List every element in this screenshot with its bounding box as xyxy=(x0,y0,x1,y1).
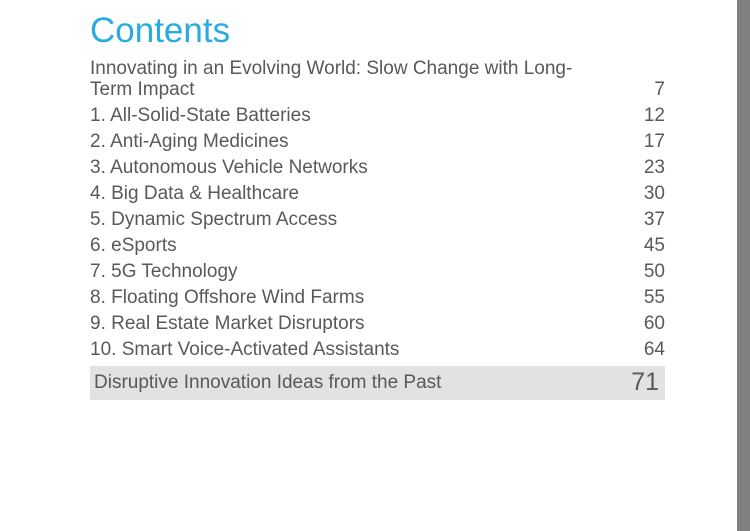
toc-entry[interactable]: 6. eSports 45 xyxy=(90,233,665,259)
toc-entry-label: 4. Big Data & Healthcare xyxy=(90,183,300,204)
toc-entry[interactable]: 3. Autonomous Vehicle Networks 23 xyxy=(90,155,665,181)
toc-entry[interactable]: 4. Big Data & Healthcare 30 xyxy=(90,181,665,207)
toc-entry-page-number: 12 xyxy=(643,105,665,126)
toc-entry-page-number: 64 xyxy=(643,339,665,360)
toc-entry-label: 9. Real Estate Market Disruptors xyxy=(90,313,365,334)
toc-entry[interactable]: 2. Anti-Aging Medicines 17 xyxy=(90,129,665,155)
toc-entry[interactable]: 7. 5G Technology 50 xyxy=(90,259,665,285)
toc-entry[interactable]: Innovating in an Evolving World: Slow Ch… xyxy=(90,56,665,103)
toc-entry-page-number: 7 xyxy=(654,79,665,100)
toc-entry[interactable]: 9. Real Estate Market Disruptors 60 xyxy=(90,311,665,337)
toc-entry[interactable]: 10. Smart Voice-Activated Assistants 64 xyxy=(90,337,665,363)
toc-entry[interactable]: Disruptive Innovation Ideas from the Pas… xyxy=(90,366,665,400)
toc-entry-page-number: 45 xyxy=(643,235,665,256)
right-edge-bar xyxy=(737,0,750,531)
toc-entry-page-number: 50 xyxy=(643,261,665,282)
toc-entry-label: Disruptive Innovation Ideas from the Pas… xyxy=(94,372,442,393)
toc-entry-label: 1. All-Solid-State Batteries xyxy=(90,105,311,126)
toc-entry-label: 6. eSports xyxy=(90,235,177,256)
toc-entry[interactable]: 5. Dynamic Spectrum Access 37 xyxy=(90,207,665,233)
toc-entry[interactable]: 8. Floating Offshore Wind Farms 55 xyxy=(90,285,665,311)
toc-entry-page-number: 71 xyxy=(631,368,659,396)
table-of-contents: Contents Innovating in an Evolving World… xyxy=(90,10,665,400)
toc-entry-label: 3. Autonomous Vehicle Networks xyxy=(90,157,368,178)
toc-entry-label: Innovating in an Evolving World: Slow Ch… xyxy=(90,58,573,100)
toc-entry-page-number: 55 xyxy=(643,287,665,308)
toc-entry-label: 5. Dynamic Spectrum Access xyxy=(90,209,338,230)
toc-entry-page-number: 37 xyxy=(643,209,665,230)
page-title: Contents xyxy=(90,11,231,50)
toc-entry-label: 7. 5G Technology xyxy=(90,261,238,282)
toc-entry[interactable]: 1. All-Solid-State Batteries 12 xyxy=(90,103,665,129)
toc-entry-page-number: 17 xyxy=(643,131,665,152)
toc-entry-page-number: 30 xyxy=(643,183,665,204)
toc-entry-page-number: 60 xyxy=(643,313,665,334)
toc-entry-label: 8. Floating Offshore Wind Farms xyxy=(90,287,365,308)
slide-page: Contents Innovating in an Evolving World… xyxy=(0,0,737,531)
toc-entry-label: 10. Smart Voice-Activated Assistants xyxy=(90,339,400,360)
toc-list: Innovating in an Evolving World: Slow Ch… xyxy=(90,56,665,400)
toc-entry-page-number: 23 xyxy=(643,157,665,178)
toc-entry-label: 2. Anti-Aging Medicines xyxy=(90,131,289,152)
